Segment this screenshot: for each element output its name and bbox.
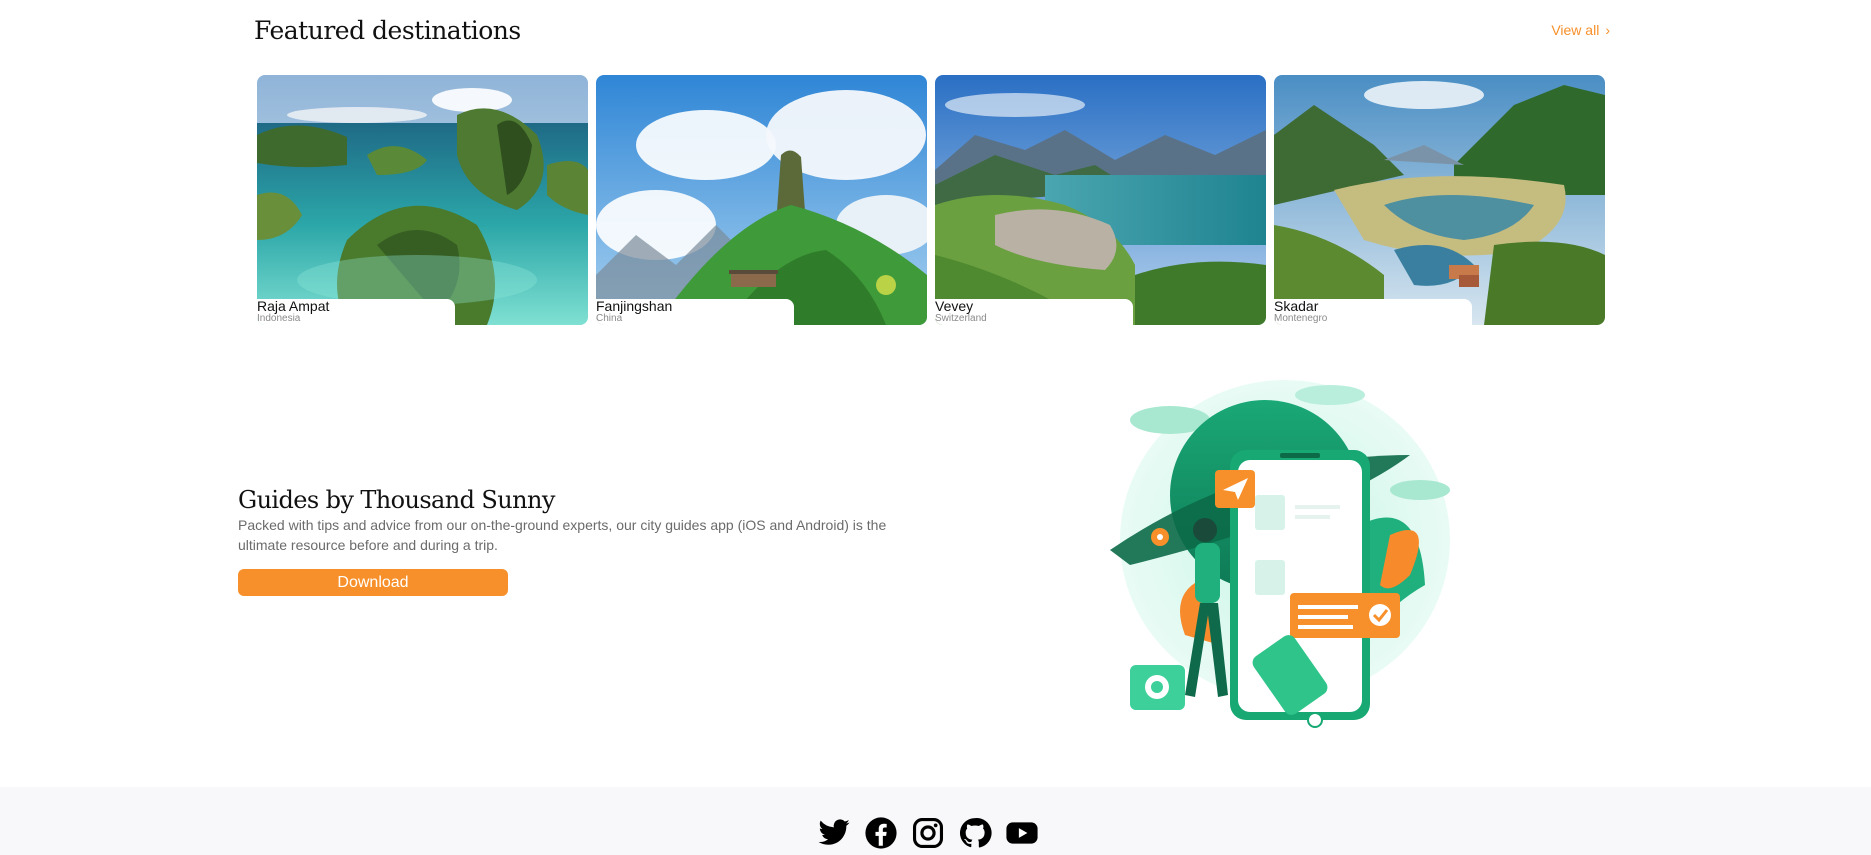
destination-card-fanjingshan[interactable]: Fanjingshan China <box>596 75 927 325</box>
destination-label: Skadar Montenegro <box>1274 299 1472 325</box>
footer <box>0 787 1871 855</box>
travel-app-illustration <box>1110 380 1450 728</box>
destination-country: Montenegro <box>1274 313 1328 324</box>
destination-label: Raja Ampat Indonesia <box>257 299 455 325</box>
destination-label: Fanjingshan China <box>596 299 794 325</box>
fanjingshan-photo <box>596 75 927 325</box>
social-links <box>817 816 1039 850</box>
destination-country: Indonesia <box>257 313 301 324</box>
destination-name: Skadar <box>1274 298 1319 314</box>
featured-section-header: Featured destinations View all › <box>254 14 1610 54</box>
destination-card-raja-ampat[interactable]: Raja Ampat Indonesia <box>257 75 588 325</box>
destination-name: Fanjingshan <box>596 298 673 314</box>
guides-section: Guides by Thousand Sunny Packed with tip… <box>238 485 938 596</box>
destination-label: Vevey Switzerland <box>935 299 1133 325</box>
destination-card-vevey[interactable]: Vevey Switzerland <box>935 75 1266 325</box>
destination-card-skadar[interactable]: Skadar Montenegro <box>1274 75 1605 325</box>
view-all-link[interactable]: View all › <box>1551 22 1610 38</box>
guides-description: Packed with tips and advice from our on-… <box>238 517 887 553</box>
destination-cards: Raja Ampat Indonesia Fanjingshan China V… <box>257 75 1605 325</box>
raja-ampat-photo <box>257 75 588 325</box>
skadar-photo <box>1274 75 1605 325</box>
destination-name: Raja Ampat <box>257 298 330 314</box>
destination-country: Switzerland <box>935 313 987 324</box>
facebook-icon[interactable] <box>864 816 898 850</box>
chevron-right-icon: › <box>1605 22 1610 38</box>
destination-country: China <box>596 313 623 324</box>
destination-name: Vevey <box>935 298 974 314</box>
featured-title: Featured destinations <box>254 16 521 45</box>
vevey-photo <box>935 75 1266 325</box>
youtube-icon[interactable] <box>1005 816 1039 850</box>
guides-title: Guides by Thousand Sunny <box>238 486 555 514</box>
twitter-icon[interactable] <box>817 816 851 850</box>
view-all-label: View all <box>1551 22 1600 38</box>
download-button[interactable]: Download <box>238 569 508 596</box>
github-icon[interactable] <box>958 816 992 850</box>
instagram-icon[interactable] <box>911 816 945 850</box>
